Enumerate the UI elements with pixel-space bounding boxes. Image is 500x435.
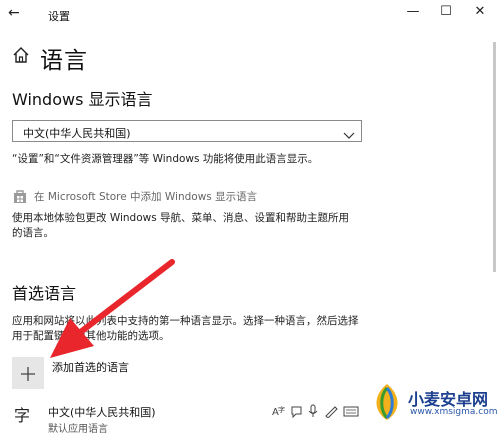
- store-description-line2: 的语言。: [12, 227, 54, 239]
- plus-icon: [21, 366, 35, 385]
- language-name: 中文(中华人民共和国): [48, 406, 156, 419]
- maximize-icon[interactable]: ☐: [436, 4, 456, 19]
- language-icon: 字: [14, 406, 31, 425]
- store-bag-icon: [12, 188, 28, 208]
- language-feature-icons: A字: [272, 403, 364, 422]
- add-language-button[interactable]: [12, 357, 44, 389]
- watermark-url: www.xmsigma.com: [410, 407, 498, 417]
- handwriting-feature-icon: [325, 406, 338, 419]
- add-language-label[interactable]: 添加首选的语言: [52, 359, 129, 375]
- home-icon[interactable]: [12, 46, 30, 68]
- keyboard-feature-icon: [343, 406, 359, 417]
- store-link-label: 在 Microsoft Store 中添加 Windows 显示语言: [34, 191, 258, 203]
- preferred-language-heading: 首选语言: [12, 284, 77, 303]
- display-language-selected: 中文(中华人民共和国): [23, 127, 131, 140]
- chevron-down-icon: [343, 126, 355, 145]
- title-bar: ← 设置 — ☐ ✕: [0, 0, 500, 28]
- back-arrow-icon[interactable]: ←: [8, 5, 20, 21]
- scrollbar[interactable]: [493, 42, 496, 272]
- watermark-logo: [368, 382, 406, 426]
- preferred-description-line2: 用于配置键盘和其他功能的选项。: [12, 330, 170, 342]
- page-title: 语言: [40, 48, 88, 74]
- display-language-description: “设置”和“文件资源管理器”等 Windows 功能将使用此语言显示。: [12, 153, 319, 165]
- store-description-line1: 使用本地体验包更改 Windows 导航、菜单、消息、设置和帮助主题所用: [12, 212, 350, 224]
- minimize-icon[interactable]: —: [403, 4, 423, 19]
- display-language-heading: Windows 显示语言: [12, 90, 153, 109]
- svg-text:字: 字: [278, 405, 285, 414]
- mic-feature-icon: [308, 404, 318, 417]
- language-subtitle: 默认应用语言: [48, 424, 108, 435]
- preferred-description-line1: 应用和网站将以此列表中支持的第一种语言显示。选择一种语言，然后选择: [12, 315, 359, 327]
- window-title: 设置: [48, 10, 70, 23]
- speech-feature-icon: [291, 406, 302, 419]
- display-language-dropdown[interactable]: 中文(中华人民共和国): [12, 120, 362, 142]
- display-language-feature-icon: A字: [272, 405, 285, 418]
- close-icon[interactable]: ✕: [470, 4, 490, 19]
- watermark: 小麦安卓网 www.xmsigma.com: [368, 380, 500, 427]
